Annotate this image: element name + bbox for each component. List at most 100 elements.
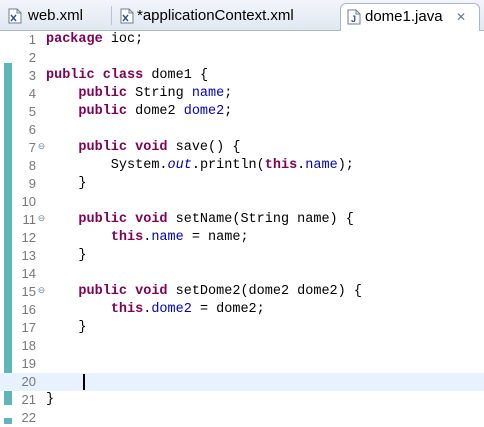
code-line[interactable]: 5 public dome2 dome2;	[0, 103, 484, 121]
line-number: 18	[21, 338, 36, 353]
code-line[interactable]: 22	[0, 409, 484, 427]
code-token: public	[78, 86, 128, 101]
line-number: 15	[21, 284, 36, 299]
fold-collapse-icon[interactable]: ⊖	[37, 215, 46, 224]
line-number: 4	[28, 86, 36, 101]
editor-tab-bar: web.xml *applicationContext.xml J dome1.…	[0, 0, 484, 32]
code-text: public class dome1 {	[46, 67, 208, 85]
code-token: setName(String name) {	[167, 212, 354, 227]
code-token: }	[46, 392, 55, 407]
code-token: save() {	[167, 140, 241, 155]
line-number: 8	[28, 158, 36, 173]
code-editor[interactable]: 1 package ioc; 2 3 public class dome1 {4 pub…	[0, 31, 484, 427]
code-text: }	[46, 391, 54, 409]
code-text: this.dome2 = dome2;	[46, 301, 265, 319]
code-token: void	[135, 284, 168, 299]
code-token: dome2	[151, 302, 192, 317]
line-number: 9	[28, 176, 36, 191]
line-number: 20	[21, 374, 36, 389]
code-token: public	[78, 104, 128, 119]
tab-application-context-xml[interactable]: *applicationContext.xml	[116, 3, 336, 30]
code-line[interactable]: 13 }	[0, 247, 484, 265]
code-token: }	[46, 176, 87, 191]
code-text: System.out.println(this.name);	[46, 157, 354, 175]
line-number: 1	[28, 32, 36, 47]
code-line[interactable]: 4 public String name;	[0, 85, 484, 103]
line-number: 11	[22, 212, 37, 227]
line-number: 16	[21, 302, 36, 317]
tab-separator	[111, 6, 112, 25]
code-line[interactable]: 3 public class dome1 {	[0, 67, 484, 85]
code-line[interactable]: 10	[0, 193, 484, 211]
line-number: 19	[21, 356, 36, 371]
line-number: 6	[28, 122, 36, 137]
fold-collapse-icon[interactable]: ⊖	[37, 143, 46, 152]
code-line[interactable]: 2	[0, 49, 484, 67]
code-text: public void setName(String name) {	[46, 211, 354, 229]
code-token: dome1 {	[143, 68, 209, 83]
code-token: class	[102, 68, 144, 83]
code-line[interactable]: 19	[0, 355, 484, 373]
code-text: public void setDome2(dome2 dome2) {	[46, 283, 362, 301]
code-text: public void save() {	[46, 139, 240, 157]
code-token: ;	[224, 86, 233, 101]
fold-collapse-icon[interactable]: ⊖	[37, 287, 46, 296]
code-token: ioc;	[102, 32, 144, 47]
tab-label: web.xml	[28, 7, 84, 24]
code-line[interactable]: 12 this.name = name;	[0, 229, 484, 247]
code-token: dome2	[127, 104, 184, 119]
code-text: }	[46, 319, 86, 337]
tab-dome1-java[interactable]: J dome1.java ✕	[340, 3, 480, 32]
code-line[interactable]: 18	[0, 337, 484, 355]
code-line[interactable]: 1 package ioc;	[0, 31, 484, 49]
svg-text:J: J	[351, 14, 356, 24]
code-line[interactable]: 14	[0, 265, 484, 283]
code-text: package ioc;	[46, 31, 143, 49]
close-tab-icon[interactable]: ✕	[455, 11, 467, 23]
code-line[interactable]: 16 this.dome2 = dome2;	[0, 301, 484, 319]
line-number: 14	[21, 266, 36, 281]
code-token: ;	[224, 104, 233, 119]
code-token: String	[127, 86, 192, 101]
code-line[interactable]: 15 ⊖ public void setDome2(dome2 dome2) {	[0, 283, 484, 301]
code-line[interactable]: 11 ⊖ public void setName(String name) {	[0, 211, 484, 229]
line-number: 7	[28, 140, 36, 155]
line-number: 2	[28, 50, 36, 65]
tab-label: dome1.java	[365, 8, 443, 25]
code-token: this	[264, 158, 298, 173]
code-line[interactable]: 8 System.out.println(this.name);	[0, 157, 484, 175]
code-line[interactable]: 9 }	[0, 175, 484, 193]
code-token: System.	[46, 158, 168, 173]
code-line[interactable]: 17 }	[0, 319, 484, 337]
code-token: void	[135, 140, 168, 155]
code-token: dome2	[183, 104, 225, 119]
code-token: out	[167, 158, 192, 173]
code-token: );	[337, 158, 354, 173]
line-number: 22	[21, 410, 36, 425]
line-number: 12	[21, 230, 36, 245]
line-number: 5	[28, 104, 36, 119]
code-token: = dome2;	[191, 302, 265, 317]
code-text: this.name = name;	[46, 229, 249, 247]
xml-file-icon	[8, 8, 22, 24]
code-line[interactable]: 21}	[0, 391, 484, 409]
xml-file-icon	[120, 8, 134, 24]
code-line[interactable]: 20	[0, 373, 484, 391]
line-number: 17	[21, 320, 36, 335]
code-line[interactable]: 6	[0, 121, 484, 139]
code-token: .println(	[191, 158, 265, 173]
line-number: 10	[21, 194, 36, 209]
code-line[interactable]: 7 ⊖ public void save() {	[0, 139, 484, 157]
line-number: 21	[21, 392, 36, 407]
code-token: name	[151, 230, 184, 245]
tab-web-xml[interactable]: web.xml	[4, 3, 108, 30]
text-caret	[83, 374, 85, 390]
